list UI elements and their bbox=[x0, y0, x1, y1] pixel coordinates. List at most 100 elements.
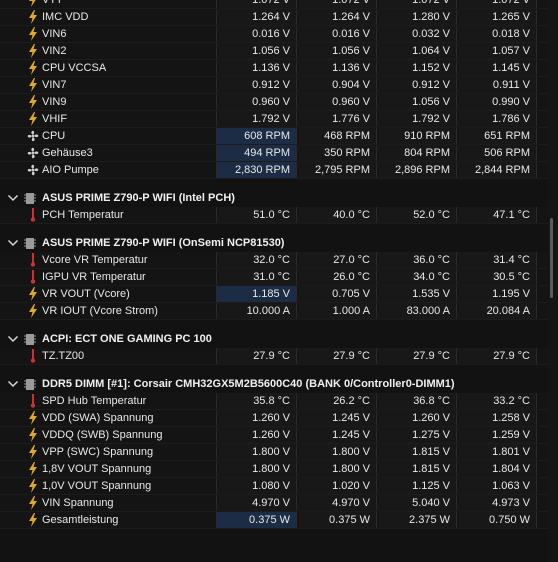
column-separator bbox=[456, 128, 457, 144]
column-separator bbox=[456, 393, 457, 409]
thermometer-icon bbox=[27, 252, 39, 268]
sensor-row[interactable]: VDDQ (SWB) Spannung 1.260 V 1.245 V 1.275 V… bbox=[0, 427, 548, 444]
sensor-row[interactable]: VR VOUT (Vcore) 1.185 V 0.705 V 1.535 V 1.19… bbox=[0, 286, 548, 303]
avg-value: 1.258 V bbox=[457, 410, 536, 426]
column-separator bbox=[536, 286, 537, 302]
sensor-row[interactable]: VTT 1.072 V 1.072 V 1.072 V 1.072 V bbox=[0, 0, 548, 9]
column-separator bbox=[216, 26, 217, 42]
thermometer-icon bbox=[27, 207, 39, 223]
column-separator bbox=[296, 26, 297, 42]
thermometer-icon bbox=[27, 348, 39, 364]
column-separator bbox=[376, 145, 377, 161]
column-separator bbox=[536, 26, 537, 42]
current-value: 1.792 V bbox=[217, 111, 296, 127]
chevron-down-icon[interactable] bbox=[7, 193, 19, 203]
sensor-row[interactable]: VIN2 1.056 V 1.056 V 1.064 V 1.057 V bbox=[0, 43, 548, 60]
min-value: 26.0 °C bbox=[297, 269, 376, 285]
sensor-row[interactable]: VIN7 0.912 V 0.904 V 0.912 V 0.911 V bbox=[0, 77, 548, 94]
sensor-row[interactable]: AIO Pumpe 2,830 RPM 2,795 RPM 2,896 RPM 2,84… bbox=[0, 162, 548, 179]
bolt-icon bbox=[27, 43, 39, 59]
sensor-row[interactable]: 1,8V VOUT Spannung 1.800 V 1.800 V 1.815 V1… bbox=[0, 461, 548, 478]
column-separator bbox=[296, 60, 297, 76]
current-value: 27.9 °C bbox=[217, 348, 296, 364]
chevron-down-icon[interactable] bbox=[7, 379, 19, 389]
sensor-row[interactable]: TZ.TZ00 27.9 °C 27.9 °C 27.9 °C 27.9 °C bbox=[0, 348, 548, 365]
column-separator bbox=[296, 111, 297, 127]
column-separator bbox=[376, 77, 377, 93]
min-value: 27.0 °C bbox=[297, 252, 376, 268]
min-value: 350 RPM bbox=[297, 145, 376, 161]
max-value: 1.275 V bbox=[377, 427, 456, 443]
min-value: 1.072 V bbox=[297, 0, 376, 8]
avg-value: 0.018 V bbox=[457, 26, 536, 42]
sensor-name: VHIF bbox=[42, 113, 68, 125]
chevron-down-icon[interactable] bbox=[7, 334, 19, 344]
chip-icon bbox=[24, 193, 36, 204]
sensor-row[interactable]: VDD (SWA) Spannung 1.260 V 1.245 V 1.260 V1… bbox=[0, 410, 548, 427]
column-separator bbox=[536, 303, 537, 319]
max-value: 83.000 A bbox=[377, 303, 456, 319]
max-value: 1.125 V bbox=[377, 478, 456, 494]
sensor-name: 1,8V VOUT Spannung bbox=[42, 463, 152, 475]
current-value: 1.800 V bbox=[217, 444, 296, 460]
sensor-name: VR VOUT (Vcore) bbox=[42, 288, 130, 300]
sensor-row[interactable]: VHIF 1.792 V 1.776 V 1.792 V 1.786 V bbox=[0, 111, 548, 128]
sensor-row[interactable]: VPP (SWC) Spannung 1.800 V 1.800 V 1.815 V1… bbox=[0, 444, 548, 461]
section-header[interactable]: ASUS PRIME Z790-P WIFI (Intel PCH) bbox=[0, 190, 548, 207]
bolt-icon bbox=[27, 444, 39, 460]
max-value: 1.152 V bbox=[377, 60, 456, 76]
column-separator bbox=[296, 77, 297, 93]
column-separator bbox=[456, 26, 457, 42]
column-separator bbox=[216, 478, 217, 494]
sensor-row[interactable]: 1,0V VOUT Spannung 1.080 V 1.020 V 1.125 V1… bbox=[0, 478, 548, 495]
sensor-row[interactable]: VIN Spannung 4.970 V 4.970 V 5.040 V 4.973 V bbox=[0, 495, 548, 512]
bolt-icon bbox=[27, 286, 39, 302]
column-separator bbox=[216, 128, 217, 144]
column-separator bbox=[216, 60, 217, 76]
column-separator bbox=[536, 9, 537, 25]
chevron-down-icon[interactable] bbox=[7, 238, 19, 248]
sensor-row[interactable]: VR IOUT (Vcore Strom) 10.000 A 1.000 A 83.0… bbox=[0, 303, 548, 320]
sensor-row[interactable]: PCH Temperatur 51.0 °C 40.0 °C 52.0 °C 47.1 … bbox=[0, 207, 548, 224]
column-separator bbox=[216, 427, 217, 443]
column-separator bbox=[456, 60, 457, 76]
max-value: 2.375 W bbox=[377, 512, 456, 528]
section-header[interactable]: ACPI: ECT ONE GAMING PC 100 bbox=[0, 331, 548, 348]
sensor-row[interactable]: Gesamtleistung 0.375 W 0.375 W 2.375 W 0.750… bbox=[0, 512, 548, 529]
column-separator bbox=[296, 162, 297, 178]
sensor-row[interactable]: Gehäuse3 494 RPM 350 RPM 804 RPM 506 RPM bbox=[0, 145, 548, 162]
max-value: 1.815 V bbox=[377, 444, 456, 460]
sensor-row[interactable]: IGPU VR Temperatur 31.0 °C 26.0 °C 34.0 °C 3… bbox=[0, 269, 548, 286]
scrollbar-thumb[interactable] bbox=[550, 218, 553, 298]
sensor-row[interactable]: CPU VCCSA 1.136 V 1.136 V 1.152 V 1.145 V bbox=[0, 60, 548, 77]
section-header[interactable]: ASUS PRIME Z790-P WIFI (OnSemi NCP81530) bbox=[0, 235, 548, 252]
column-separator bbox=[376, 26, 377, 42]
current-value: 35.8 °C bbox=[217, 393, 296, 409]
sensor-name: VIN Spannung bbox=[42, 497, 114, 509]
sensor-name: IGPU VR Temperatur bbox=[42, 271, 146, 283]
column-separator bbox=[216, 410, 217, 426]
sensor-row[interactable]: VIN6 0.016 V 0.016 V 0.032 V 0.018 V bbox=[0, 26, 548, 43]
column-separator bbox=[456, 252, 457, 268]
thermometer-icon bbox=[27, 393, 39, 409]
max-value: 804 RPM bbox=[377, 145, 456, 161]
column-separator bbox=[376, 286, 377, 302]
max-value: 52.0 °C bbox=[377, 207, 456, 223]
column-separator bbox=[536, 512, 537, 528]
bolt-icon bbox=[27, 495, 39, 511]
current-value: 31.0 °C bbox=[217, 269, 296, 285]
column-separator bbox=[296, 461, 297, 477]
sensor-table: VTT 1.072 V 1.072 V 1.072 V 1.072 V IMC VDD 1.… bbox=[0, 0, 548, 529]
sensor-row[interactable]: SPD Hub Temperatur 35.8 °C 26.2 °C 36.8 °C 3… bbox=[0, 393, 548, 410]
column-separator bbox=[376, 495, 377, 511]
min-value: 40.0 °C bbox=[297, 207, 376, 223]
fan-icon bbox=[27, 162, 39, 178]
max-value: 1.792 V bbox=[377, 111, 456, 127]
sensor-row[interactable]: IMC VDD 1.264 V 1.264 V 1.280 V 1.265 V bbox=[0, 9, 548, 26]
sensor-row[interactable]: CPU 608 RPM 468 RPM 910 RPM 651 RPM bbox=[0, 128, 548, 145]
column-separator bbox=[376, 0, 377, 8]
sensor-row[interactable]: Vcore VR Temperatur 32.0 °C 27.0 °C 36.0 °C… bbox=[0, 252, 548, 269]
sensor-row[interactable]: VIN9 0.960 V 0.960 V 1.056 V 0.990 V bbox=[0, 94, 548, 111]
min-value: 26.2 °C bbox=[297, 393, 376, 409]
section-header[interactable]: DDR5 DIMM [#1]: Corsair CMH32GX5M2B5600C… bbox=[0, 376, 548, 393]
